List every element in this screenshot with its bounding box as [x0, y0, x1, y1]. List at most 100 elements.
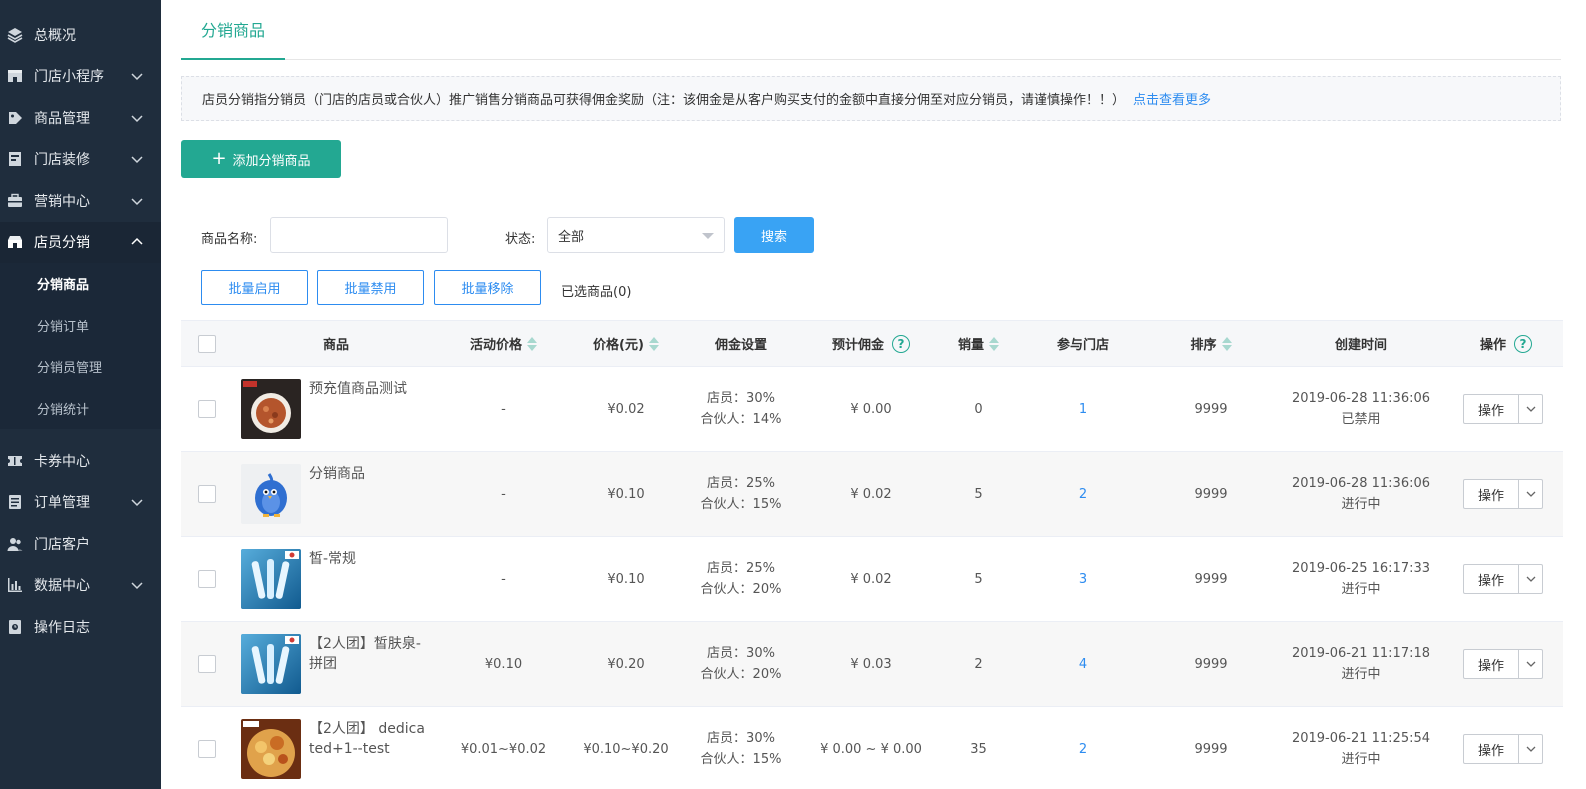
sidebar-item-customers[interactable]: 门店客户 — [0, 523, 161, 565]
tab-distribution-products[interactable]: 分销商品 — [181, 0, 286, 60]
sidebar-item-overview[interactable]: 总概况 — [0, 14, 161, 56]
stores-link[interactable]: 1 — [1079, 402, 1087, 417]
product-name[interactable]: 皙-常规 — [309, 549, 429, 569]
partner-commission: 合伙人：15% — [700, 752, 782, 767]
action-label[interactable]: 操作 — [1464, 735, 1519, 763]
action-dropdown-button[interactable]: 操作 — [1463, 649, 1543, 679]
action-label[interactable]: 操作 — [1464, 395, 1519, 423]
sidebar-subitem-distribution-orders[interactable]: 分销订单 — [0, 305, 161, 347]
sales: 5 — [974, 571, 983, 587]
stores-link[interactable]: 4 — [1079, 657, 1087, 672]
help-icon[interactable]: ? — [1514, 334, 1532, 353]
chevron-down-icon[interactable] — [1519, 488, 1542, 500]
action-dropdown-button[interactable]: 操作 — [1463, 479, 1543, 509]
stores-link[interactable]: 2 — [1079, 487, 1087, 502]
action-label[interactable]: 操作 — [1464, 565, 1519, 593]
chevron-down-icon — [131, 499, 143, 507]
sales: 35 — [970, 741, 987, 757]
header-sort-label: 排序 — [1190, 338, 1217, 353]
chevron-down-icon — [131, 73, 143, 81]
batch-disable-button[interactable]: 批量禁用 — [317, 270, 424, 305]
chevron-down-icon[interactable] — [1519, 658, 1542, 670]
stores-link[interactable]: 3 — [1079, 572, 1087, 587]
estimated-commission: ¥ 0.02 — [850, 571, 892, 587]
bar-chart-icon — [6, 576, 24, 594]
shop-icon — [6, 233, 24, 251]
stores-link[interactable]: 2 — [1079, 742, 1087, 757]
sidebar-subitem-distribution-products[interactable]: 分销商品 — [0, 263, 161, 305]
main-content: 分销商品 店员分销指分销员（门店的店员或合伙人）推广销售分销商品可获得佣金奖励（… — [161, 0, 1586, 789]
header-price[interactable]: 价格(元) — [576, 321, 676, 366]
chevron-down-icon — [131, 198, 143, 205]
chevron-down-icon[interactable] — [1519, 743, 1542, 755]
staff-commission: 店员：30% — [707, 391, 775, 406]
status-select-value: 全部 — [558, 229, 585, 245]
sidebar-item-distribution[interactable]: 店员分销 — [0, 221, 161, 263]
sales: 0 — [974, 401, 983, 417]
sort-icon — [1221, 336, 1232, 351]
product-name[interactable]: 分销商品 — [309, 464, 429, 484]
order-list-icon — [6, 493, 24, 511]
products-table: 商品 活动价格 价格(元) 佣金设置 预计佣金? 销量 参与门店 排序 创建时间… — [181, 320, 1563, 789]
action-dropdown-button[interactable]: 操作 — [1463, 564, 1543, 594]
log-icon — [6, 618, 24, 636]
table-row: 皙-常规 - ¥0.10 店员：25% 合伙人：20% ¥ 0.02 5 3 99… — [181, 537, 1563, 622]
staff-commission: 店员：25% — [707, 476, 775, 491]
header-sort[interactable]: 排序 — [1171, 321, 1251, 366]
add-button-label: 添加分销商品 — [232, 153, 311, 169]
row-checkbox[interactable] — [198, 485, 216, 503]
action-label[interactable]: 操作 — [1464, 650, 1519, 678]
chevron-down-icon[interactable] — [1519, 403, 1542, 415]
sidebar-item-orders[interactable]: 订单管理 — [0, 482, 161, 524]
header-sales[interactable]: 销量 — [941, 321, 1016, 366]
status-select[interactable]: 全部 — [547, 217, 725, 253]
product-name[interactable]: 【2人团】 dedicated+1--test — [309, 719, 429, 759]
chevron-down-icon[interactable] — [1519, 573, 1542, 585]
row-checkbox[interactable] — [198, 570, 216, 588]
sort-icon — [989, 336, 999, 351]
partner-commission: 合伙人：20% — [700, 667, 782, 682]
sidebar-subitem-distributor-management[interactable]: 分销员管理 — [0, 346, 161, 388]
batch-enable-button[interactable]: 批量启用 — [201, 270, 308, 305]
sidebar-item-label: 商品管理 — [34, 110, 90, 127]
header-commission-setting: 佣金设置 — [714, 338, 767, 353]
select-all-checkbox[interactable] — [198, 334, 216, 353]
created-time: 2019-06-28 11:36:06 已禁用 — [1291, 367, 1431, 451]
sidebar-item-operation-log[interactable]: 操作日志 — [0, 606, 161, 648]
product-name[interactable]: 预充值商品测试 — [309, 379, 429, 399]
sidebar-item-data-center[interactable]: 数据中心 — [0, 565, 161, 607]
sidebar-item-coupons[interactable]: 卡券中心 — [0, 440, 161, 482]
action-dropdown-button[interactable]: 操作 — [1463, 734, 1543, 764]
created-datetime: 2019-06-25 16:17:33 — [1291, 561, 1431, 576]
sidebar-item-label: 店员分销 — [34, 235, 90, 252]
product-thumbnail — [241, 379, 301, 439]
status-text: 进行中 — [1341, 582, 1381, 597]
row-checkbox[interactable] — [198, 400, 216, 418]
created-time: 2019-06-28 11:36:06 进行中 — [1291, 452, 1431, 536]
status-text: 进行中 — [1341, 752, 1381, 767]
sidebar-item-label: 卡券中心 — [34, 453, 90, 470]
action-dropdown-button[interactable]: 操作 — [1463, 394, 1543, 424]
price: ¥0.10 — [607, 571, 645, 587]
sidebar-item-label: 门店小程序 — [34, 69, 104, 86]
row-checkbox[interactable] — [198, 740, 216, 758]
sales: 2 — [974, 656, 983, 672]
batch-remove-button[interactable]: 批量移除 — [434, 270, 541, 305]
row-checkbox[interactable] — [198, 655, 216, 673]
sidebar-item-decoration[interactable]: 门店装修 — [0, 139, 161, 181]
sidebar-item-label: 门店客户 — [34, 536, 90, 553]
add-distribution-product-button[interactable]: + 添加分销商品 — [181, 140, 341, 178]
header-product: 商品 — [322, 338, 349, 353]
estimated-commission: ¥ 0.02 — [850, 486, 892, 502]
action-label[interactable]: 操作 — [1464, 480, 1519, 508]
sidebar-item-miniprogram[interactable]: 门店小程序 — [0, 56, 161, 98]
sidebar-item-products[interactable]: 商品管理 — [0, 97, 161, 139]
notice-more-link[interactable]: 点击查看更多 — [1133, 89, 1211, 108]
help-icon[interactable]: ? — [892, 334, 910, 353]
product-name-input[interactable] — [270, 217, 448, 253]
search-button[interactable]: 搜索 — [734, 217, 814, 253]
sidebar-subitem-distribution-stats[interactable]: 分销统计 — [0, 388, 161, 430]
product-name[interactable]: 【2人团】皙肤泉-拼团 — [309, 634, 429, 674]
header-activity-price[interactable]: 活动价格 — [451, 321, 556, 366]
sidebar-item-marketing[interactable]: 营销中心 — [0, 180, 161, 222]
